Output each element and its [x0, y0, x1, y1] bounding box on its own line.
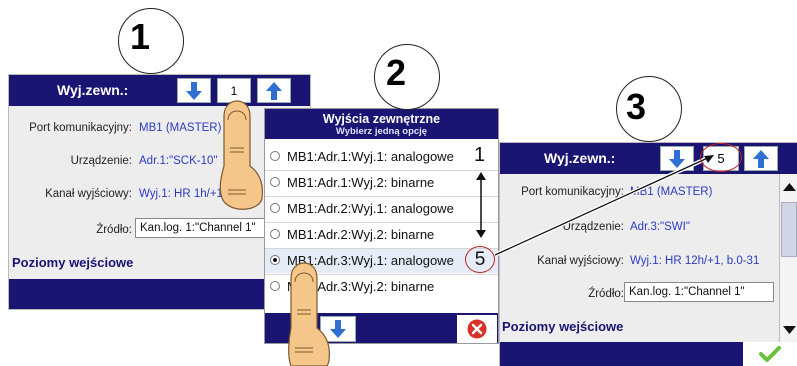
option-1[interactable]: MB1:Adr.1:Wyj.2: binarne: [265, 171, 498, 195]
step-1-circle: [118, 8, 184, 74]
option-3[interactable]: MB1:Adr.2:Wyj.2: binarne: [265, 223, 498, 247]
radio-icon: [270, 151, 280, 161]
scrollbar-thumb[interactable]: [781, 202, 797, 257]
checkmark-icon: [759, 346, 781, 362]
radio-icon: [270, 229, 280, 239]
arrow-down-icon: [186, 81, 202, 100]
source-label: Źródło:: [96, 224, 132, 236]
dialog-title: Wyjścia zewnętrzne: [322, 112, 441, 126]
option-0[interactable]: MB1:Adr.1:Wyj.1: analogowe: [265, 145, 498, 169]
confirm-button[interactable]: [743, 342, 797, 366]
dialog-cancel-button[interactable]: [457, 315, 497, 343]
panel3-footer: [500, 342, 797, 366]
scroll-range-arrow-icon: [476, 172, 486, 238]
option-label: MB1:Adr.2:Wyj.1: analogowe: [287, 201, 454, 216]
section-input-levels: Poziomy wejściowe: [12, 255, 134, 270]
panel1-title: Wyj.zewn.:: [57, 82, 129, 98]
section-input-levels: Poziomy wejściowe: [502, 319, 624, 334]
finger-icon: [288, 262, 330, 366]
scrollbar[interactable]: [779, 174, 797, 344]
option-label: MB1:Adr.1:Wyj.1: analogowe: [287, 149, 454, 164]
port-label: Port komunikacyjny:: [29, 122, 132, 134]
connector-arrow: [494, 154, 714, 257]
device-value[interactable]: Adr.1:"SCK-10": [139, 155, 217, 167]
arrow-up-button[interactable]: [744, 146, 778, 171]
arrow-down-button[interactable]: [177, 78, 211, 103]
dialog-header: Wyjścia zewnętrzne Wybierz jedną opcję: [265, 109, 498, 139]
output-channel-label: Kanał wyjściowy:: [45, 188, 132, 200]
option-label: MB1:Adr.2:Wyj.2: binarne: [287, 227, 435, 242]
scroll-down-icon[interactable]: [783, 326, 796, 334]
dialog-subtitle: Wybierz jedną opcję: [335, 126, 428, 137]
annotation-first: 1: [474, 144, 486, 166]
step-2-circle: [374, 44, 440, 110]
source-input[interactable]: Kan.log. 1:"Channel 1": [624, 282, 774, 302]
radio-icon: [270, 203, 280, 213]
step-2-number: 2: [386, 52, 407, 93]
step-1-number: 1: [130, 16, 151, 57]
option-label: MB1:Adr.1:Wyj.2: binarne: [287, 175, 435, 190]
annotation-selected: 5: [474, 248, 486, 270]
panel3-counter-highlight: [700, 143, 742, 172]
scroll-up-icon[interactable]: [783, 183, 796, 191]
device-label: Urządzenie:: [70, 155, 132, 167]
source-label: Źródło:: [588, 288, 624, 300]
radio-icon: [270, 177, 280, 187]
cancel-icon: [467, 319, 487, 339]
finger-icon: [219, 100, 263, 210]
step-3-number: 3: [626, 86, 647, 127]
arrow-up-icon: [753, 149, 769, 168]
option-2[interactable]: MB1:Adr.2:Wyj.1: analogowe: [265, 197, 498, 221]
